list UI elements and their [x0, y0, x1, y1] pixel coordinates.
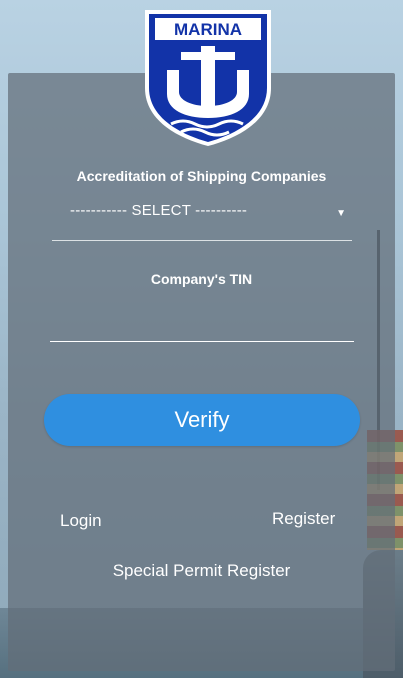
login-panel — [8, 73, 395, 671]
caret-down-icon: ▼ — [336, 208, 346, 219]
marina-logo: MARINA — [145, 10, 271, 146]
register-link[interactable]: Register — [272, 509, 335, 529]
select-value: ----------- SELECT ---------- — [70, 202, 248, 219]
company-type-select[interactable]: ----------- SELECT ---------- ▼ — [52, 200, 352, 241]
page-title: Accreditation of Shipping Companies — [76, 168, 327, 184]
logo-text: MARINA — [174, 20, 242, 39]
login-link[interactable]: Login — [60, 511, 102, 531]
special-permit-register-link[interactable]: Special Permit Register — [0, 561, 403, 581]
tin-input[interactable] — [50, 300, 354, 342]
verify-button[interactable]: Verify — [44, 394, 360, 446]
tin-label: Company's TIN — [150, 271, 253, 287]
